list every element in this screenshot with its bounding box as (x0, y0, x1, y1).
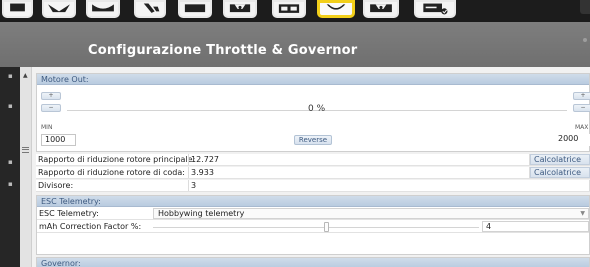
toolbar-button-10[interactable] (414, 0, 456, 18)
divisor-field[interactable]: 3 (188, 180, 590, 191)
main-rotor-ratio-label: Rapporto di riduzione rotore principale: (38, 155, 196, 164)
mah-correction-field[interactable]: 4 (482, 221, 589, 232)
tail-rotor-ratio-field[interactable]: 3.933 (188, 167, 530, 178)
tail-rotor-ratio-label: Rapporto di riduzione rotore di coda: (38, 168, 185, 177)
toolbar-button-4[interactable] (134, 0, 166, 18)
esc-telemetry-value: Hobbywing telemetry (158, 209, 245, 218)
main-toolbar (0, 0, 590, 22)
esc-telemetry-row: ESC Telemetry: Hobbywing telemetry ▼ (37, 208, 589, 220)
toolbar-button-6[interactable] (223, 0, 257, 18)
mah-slider-thumb[interactable] (324, 222, 329, 232)
sidebar-marker-2: ▪ (8, 102, 13, 110)
settings-check-icon (423, 3, 448, 15)
motor-output-percent: 0 % (308, 104, 326, 114)
side-gutter[interactable]: ▲ (20, 67, 32, 267)
toolbar-button-5[interactable] (178, 0, 212, 18)
tail-rotor-calculator-button[interactable]: Calcolatrice ... (530, 167, 590, 186)
layout-icon (278, 4, 300, 13)
mah-correction-slider[interactable] (153, 227, 479, 228)
sidebar-marker-4: ▪ (8, 180, 13, 188)
motore-out-panel: Motore Out: + − 0 % + − MIN MAX 1000 Rev… (36, 73, 590, 152)
toolbar-button-throttle[interactable] (317, 0, 355, 18)
heli-icon (92, 4, 114, 12)
toolbar-button-9[interactable] (363, 0, 399, 18)
toolbar-icon-1 (10, 3, 25, 12)
title-bar: Configurazione Throttle & Governor (0, 22, 590, 67)
title-dot (583, 38, 587, 42)
motor-plus-button-right[interactable]: + (573, 92, 590, 100)
toolbar-button-3[interactable] (86, 0, 120, 18)
esc-telemetry-select[interactable]: Hobbywing telemetry ▼ (153, 208, 589, 219)
toolbar-button-7[interactable] (272, 0, 306, 18)
esc-telemetry-header: ESC Telemetry: (37, 196, 589, 207)
sidebar-marker-3: ▪ (8, 158, 13, 166)
swash-icon (184, 4, 206, 13)
main-rotor-ratio-field[interactable]: 12.727 (188, 154, 530, 165)
min-label: MIN (41, 124, 53, 131)
tail-rotor-ratio-row: Rapporto di riduzione rotore di coda: 3.… (36, 167, 590, 186)
reverse-button[interactable]: Reverse (294, 135, 332, 145)
motor-icon (229, 4, 251, 13)
throttle-icon (326, 4, 346, 10)
divisor-row: Divisore: 3 (36, 180, 590, 192)
min-value-field[interactable]: 1000 (41, 134, 76, 146)
motor-plus-button-left[interactable]: + (41, 92, 61, 100)
mah-correction-label: mAh Correction Factor %: (39, 222, 142, 231)
tail-icon (143, 3, 160, 13)
main-rotor-ratio-row: Rapporto di riduzione rotore principale:… (36, 154, 590, 173)
max-value-field[interactable]: 2000 (555, 134, 590, 146)
grip-icon[interactable] (22, 147, 29, 153)
sidebar-marker-1: ▪ (8, 72, 13, 80)
servo-icon (370, 4, 392, 13)
divisor-label: Divisore: (38, 181, 74, 190)
motor-minus-button-right[interactable]: − (573, 104, 590, 112)
plane-icon (48, 4, 70, 13)
governor-header: Governor: (37, 258, 589, 267)
main-content: Motore Out: + − 0 % + − MIN MAX 1000 Rev… (32, 67, 590, 267)
dropdown-arrow-icon: ▼ (580, 210, 585, 217)
collapse-caret-icon[interactable]: ▲ (23, 72, 28, 79)
main-rotor-calculator-button[interactable]: Calcolatrice ... (530, 154, 590, 173)
mah-correction-row: mAh Correction Factor %: 4 (37, 221, 589, 233)
max-label: MAX (575, 124, 589, 131)
toolbar-button-2[interactable] (42, 0, 76, 18)
esc-telemetry-panel: ESC Telemetry: ESC Telemetry: Hobbywing … (36, 195, 590, 255)
toolbar-edge (580, 0, 590, 14)
toolbar-button-1[interactable] (2, 0, 33, 18)
governor-panel: Governor: (36, 257, 590, 267)
esc-telemetry-label: ESC Telemetry: (39, 209, 99, 218)
page-title: Configurazione Throttle & Governor (88, 43, 358, 58)
motor-minus-button-left[interactable]: − (41, 104, 61, 112)
motore-out-header: Motore Out: (37, 74, 589, 85)
left-sidebar: ▪ ▪ ▪ ▪ (0, 67, 20, 267)
